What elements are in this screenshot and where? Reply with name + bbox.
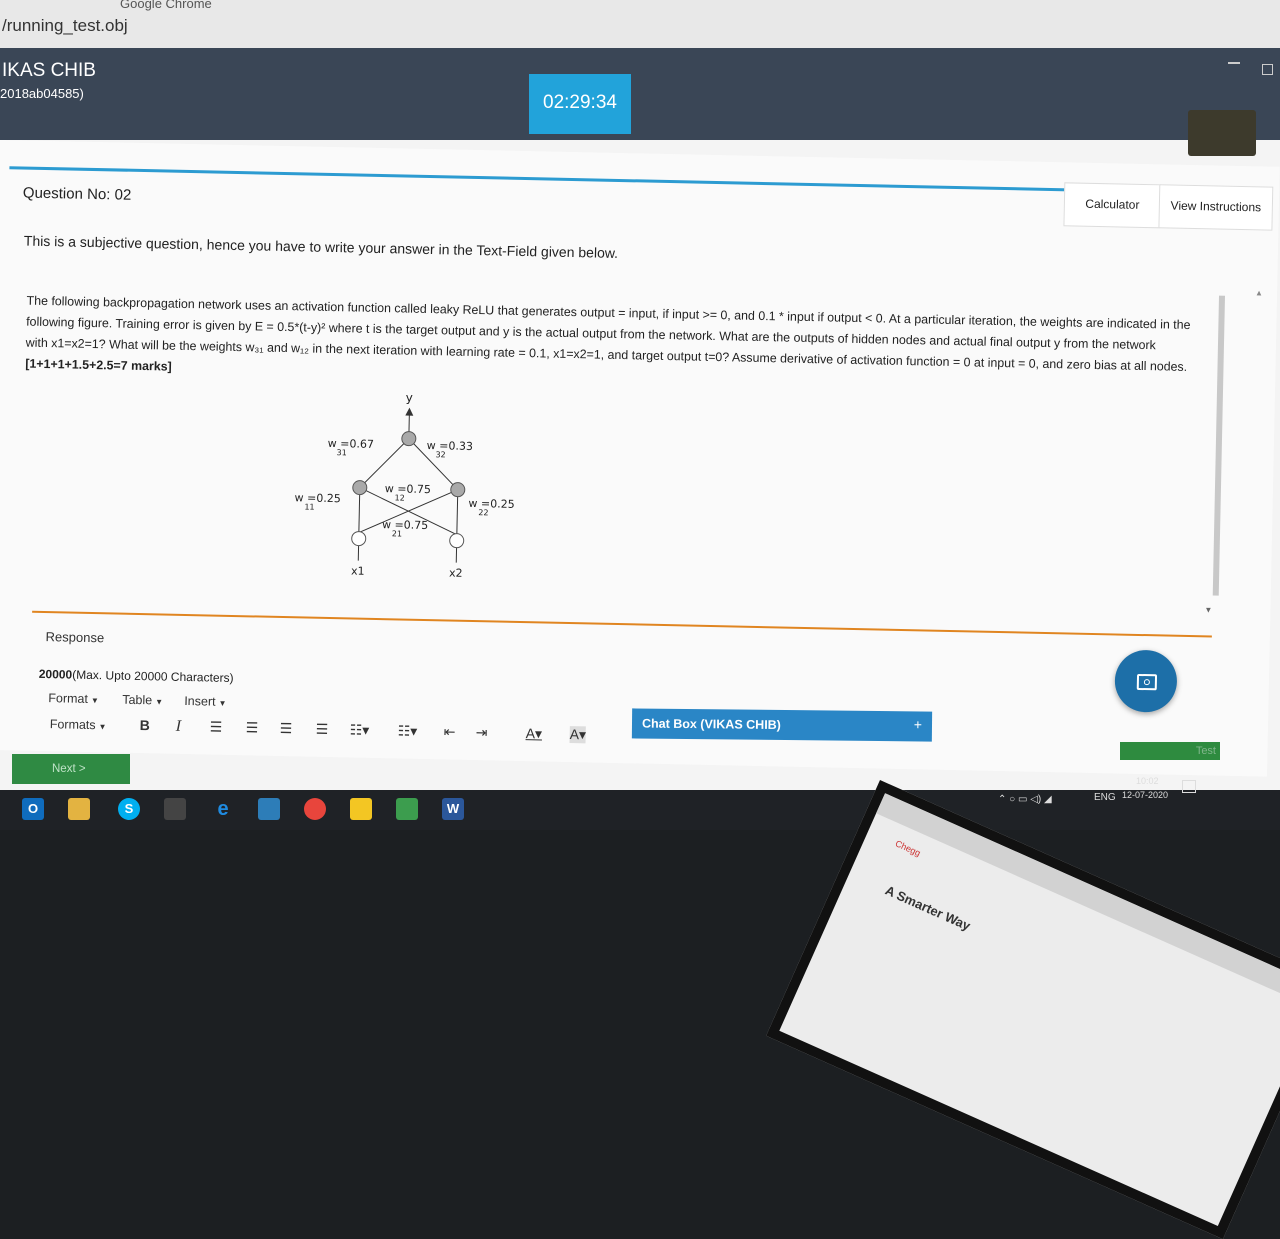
chat-box-header[interactable]: Chat Box (VIKAS CHIB) + (632, 708, 932, 741)
italic-button[interactable]: I (176, 718, 182, 736)
menu-format[interactable]: Format▼ (48, 691, 99, 706)
chevron-down-icon: ▼ (98, 722, 106, 731)
char-limit-count: 20000 (39, 667, 73, 682)
weight-subscript: 21 (392, 529, 402, 538)
question-number: Question No: 02 (23, 184, 132, 203)
hidden-node (451, 483, 465, 497)
align-left-icon[interactable]: ☰ (210, 719, 223, 736)
weight-label: w =0.33 (427, 439, 473, 453)
menu-table[interactable]: Table▼ (122, 693, 163, 708)
clock-date[interactable]: 12-07-2020 (1122, 790, 1168, 800)
background-color-icon[interactable]: A▾ (569, 726, 586, 743)
formats-dropdown[interactable]: Formats▼ (50, 717, 107, 732)
weight-label: w =0.25 (294, 491, 340, 505)
network-diagram: y w =0.67 31 w =0.33 32 w =0.25 11 w =0.… (291, 391, 535, 596)
weight-subscript: 12 (394, 493, 404, 502)
browser-titlebar: Google Chrome /running_test.obj (0, 0, 1280, 49)
countdown-timer: 02:29:34 (529, 74, 631, 134)
question-instruction: This is a subjective question, hence you… (24, 233, 619, 261)
numbered-list-icon[interactable]: ☷▾ (398, 722, 418, 739)
chat-box-label: Chat Box (VIKAS CHIB) (642, 717, 781, 732)
menu-table-label: Table (122, 693, 152, 708)
test-button[interactable]: Test (1120, 742, 1220, 760)
input-label: x1 (351, 564, 365, 577)
chevron-down-icon: ▼ (218, 699, 226, 708)
expand-chat-icon[interactable]: + (914, 716, 922, 732)
char-limit-note: (Max. Upto 20000 Characters) (72, 668, 234, 685)
sticky-notes-icon[interactable] (350, 798, 372, 820)
system-tray-icons[interactable]: ⌃ ○ ▭ ◁) ◢ (998, 794, 1052, 805)
edge-icon[interactable]: e (212, 798, 234, 820)
menu-format-label: Format (48, 691, 88, 706)
scroll-down-icon[interactable]: ▼ (1204, 605, 1212, 614)
input-label: x2 (449, 567, 463, 580)
align-right-icon[interactable]: ☰ (280, 720, 293, 737)
indent-icon[interactable]: ⇥ (476, 724, 488, 741)
bullet-list-icon[interactable]: ☷▾ (350, 721, 370, 738)
browser-title: Google Chrome (120, 0, 212, 11)
formats-label: Formats (50, 717, 96, 732)
bold-button[interactable]: B (140, 717, 150, 733)
output-node (402, 431, 416, 445)
camera-icon (1137, 674, 1157, 690)
text-color-icon[interactable]: A▾ (526, 725, 543, 742)
divider (32, 611, 1212, 638)
candidate-name: IKAS CHIB (2, 60, 96, 82)
exam-header: IKAS CHIB 2018ab04585) 02:29:34 (0, 48, 1280, 140)
outlook-icon[interactable]: O (22, 798, 44, 820)
monitor-screen: Google Chrome /running_test.obj IKAS CHI… (0, 0, 1280, 790)
camera-lens (1144, 679, 1150, 685)
hidden-node (353, 480, 367, 494)
word-icon[interactable]: W (442, 798, 464, 820)
minimize-icon[interactable] (1228, 62, 1240, 64)
view-instructions-button[interactable]: View Instructions (1158, 184, 1273, 230)
align-justify-icon[interactable]: ☰ (316, 721, 329, 738)
windows-taskbar: O S e W ⌃ ○ ▭ ◁) ◢ ENG 10:02 12-07-2020 (0, 790, 1280, 830)
weight-label: w =0.67 (328, 437, 374, 451)
input-language[interactable]: ENG (1094, 792, 1116, 803)
clock-time[interactable]: 10:02 (1136, 776, 1159, 786)
align-center-icon[interactable]: ☰ (246, 719, 259, 736)
weight-subscript: 32 (435, 450, 445, 459)
weight-subscript: 31 (336, 448, 346, 457)
question-text: The following backpropagation network us… (25, 291, 1236, 400)
weight-label: w =0.25 (468, 497, 514, 511)
camera-button[interactable] (1114, 649, 1177, 712)
weight-subscript: 11 (304, 502, 314, 511)
next-button[interactable]: Next > (12, 754, 130, 784)
weight-label: w =0.75 (382, 518, 428, 532)
menu-insert-label: Insert (184, 694, 216, 709)
laptop-tab: Chegg (894, 838, 922, 858)
app-icon[interactable] (396, 798, 418, 820)
chevron-down-icon: ▼ (155, 697, 163, 706)
maximize-icon[interactable] (1262, 64, 1273, 75)
input-node (352, 531, 366, 545)
skype-icon[interactable]: S (118, 798, 140, 820)
menu-insert[interactable]: Insert▼ (184, 694, 226, 709)
weight-subscript: 22 (478, 508, 488, 517)
output-label: y (406, 391, 413, 404)
app-icon[interactable] (258, 798, 280, 820)
response-label: Response (45, 629, 104, 645)
webcam-preview (1188, 110, 1256, 156)
chrome-icon[interactable] (304, 798, 326, 820)
laptop-page-text: A Smarter Way (883, 883, 973, 934)
char-limit: 20000(Max. Upto 20000 Characters) (39, 667, 234, 685)
candidate-id: 2018ab04585) (0, 86, 84, 101)
input-node (450, 534, 464, 548)
laptop-screen: Chegg A Smarter Way (766, 780, 1280, 1239)
notification-icon[interactable] (1182, 780, 1196, 793)
file-explorer-icon[interactable] (68, 798, 90, 820)
calculator-button[interactable]: Calculator (1063, 182, 1161, 228)
scroll-up-icon[interactable]: ▲ (1255, 288, 1263, 297)
question-panel: Question No: 02 Calculator View Instruct… (0, 140, 1280, 777)
chevron-down-icon: ▼ (91, 696, 99, 705)
browser-url: /running_test.obj (2, 16, 128, 36)
outdent-icon[interactable]: ⇤ (444, 723, 456, 740)
app-icon[interactable] (164, 798, 186, 820)
weight-label: w =0.75 (385, 482, 431, 496)
